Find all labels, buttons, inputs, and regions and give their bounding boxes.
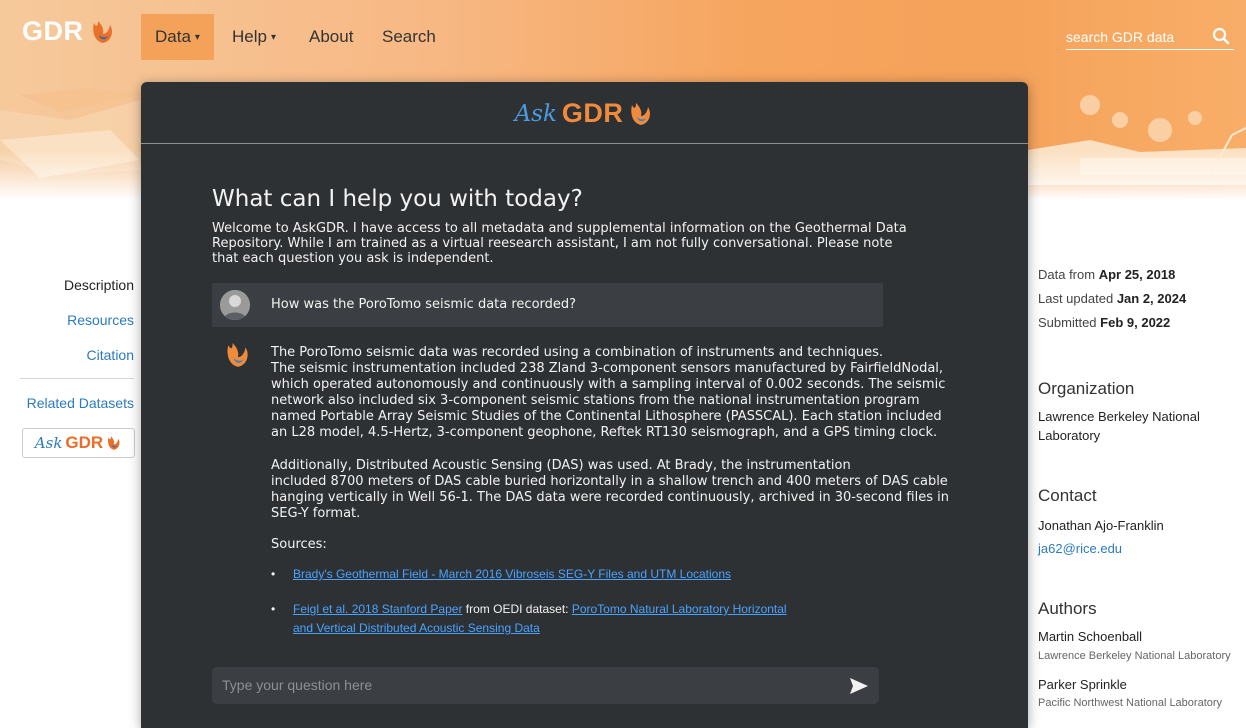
bullet: •	[271, 602, 276, 616]
welcome-line: Repository. While I am trained as a virt…	[212, 236, 893, 251]
answer-line: hanging vertically in Well 56-1. The DAS…	[271, 490, 949, 505]
source-link[interactable]: PoroTomo Natural Laboratory Horizontal	[572, 602, 787, 616]
flame-icon	[108, 436, 120, 450]
nav-about-label: About	[309, 27, 354, 46]
sources-label: Sources:	[271, 537, 327, 552]
assistant-flame-icon	[227, 343, 248, 367]
contact-name: Jonathan Ajo-Franklin	[1038, 518, 1164, 533]
leftnav-citation[interactable]: Citation	[87, 347, 134, 363]
search-input[interactable]	[1066, 26, 1196, 48]
welcome-line: that each question you ask is independen…	[212, 251, 494, 266]
search-icon[interactable]	[1212, 27, 1230, 45]
source-link[interactable]: and Vertical Distributed Acoustic Sensin…	[293, 621, 540, 635]
date-label: Last updated	[1038, 291, 1114, 306]
nav-help-menu[interactable]: Help ▾	[218, 14, 290, 60]
contact-email-link[interactable]: ja62@rice.edu	[1038, 541, 1122, 556]
question-composer	[212, 667, 879, 704]
logo-gdr-text: GDR	[561, 98, 624, 128]
askgdr-chat-dialog: Ask GDR What can I help you with today? …	[141, 82, 1028, 728]
author-affiliation: Pacific Northwest National Laboratory	[1038, 697, 1223, 709]
top-navbar: GDR Data ▾ Help ▾ About Search	[0, 0, 1246, 62]
header-search	[1066, 26, 1234, 50]
date-label: Submitted	[1038, 315, 1097, 330]
answer-line: SEG-Y format.	[271, 506, 361, 521]
flame-icon	[631, 102, 651, 125]
assistant-answer: The PoroTomo seismic data was recorded u…	[271, 345, 991, 539]
bullet: •	[271, 567, 276, 581]
nav-data-menu[interactable]: Data ▾	[141, 14, 214, 60]
organization-line-2: Laboratory	[1038, 428, 1101, 443]
leftnav-resources[interactable]: Resources	[67, 312, 134, 328]
welcome-message: Welcome to AskGDR. I have access to all …	[212, 221, 972, 266]
badge-gdr-text: GDR	[65, 433, 104, 452]
flame-icon	[92, 20, 112, 43]
author-affiliation: Lawrence Berkeley National Laboratory	[1038, 650, 1231, 662]
answer-line: an L28 model, 4.5-Hertz, 3-component geo…	[271, 425, 938, 440]
organization-line-1: Lawrence Berkeley National	[1038, 409, 1200, 424]
answer-line: network also included six 3-component se…	[271, 393, 920, 408]
leftnav-description[interactable]: Description	[64, 277, 134, 293]
date-value: Apr 25, 2018	[1098, 267, 1176, 282]
question-input[interactable]	[222, 675, 822, 695]
nav-help-label: Help	[232, 27, 267, 46]
author-name: Martin Schoenball	[1038, 629, 1143, 644]
answer-line: The seismic instrumentation included 238…	[271, 361, 944, 376]
user-message: How was the PoroTomo seismic data record…	[212, 283, 883, 327]
askgdr-button[interactable]: Ask GDR	[22, 428, 135, 458]
leftnav-related-datasets[interactable]: Related Datasets	[27, 395, 134, 411]
author-name: Parker Sprinkle	[1038, 677, 1127, 692]
date-value: Jan 2, 2024	[1116, 291, 1187, 306]
contact-heading: Contact	[1038, 486, 1097, 505]
nav-about-link[interactable]: About	[295, 14, 367, 60]
logo-text: GDR	[22, 16, 84, 46]
nav-data-label: Data	[155, 27, 191, 46]
answer-line: named Portable Array Seismic Studies of …	[271, 409, 942, 424]
chevron-down-icon: ▾	[194, 32, 200, 43]
answer-line: included 8700 meters of DAS cable buried…	[271, 474, 948, 489]
answer-line: which operated autonomously and continuo…	[271, 377, 946, 392]
source-link[interactable]: Brady's Geothermal Field - March 2016 Vi…	[293, 567, 731, 581]
organization-heading: Organization	[1038, 379, 1135, 398]
badge-ask-text: Ask	[34, 434, 63, 452]
leftnav-divider	[20, 378, 134, 379]
chat-headline: What can I help you with today?	[212, 186, 583, 212]
source-link[interactable]: Feigl et al. 2018 Stanford Paper	[293, 602, 462, 616]
answer-paragraph: Additionally, Distributed Acoustic Sensi…	[271, 458, 991, 522]
answer-paragraph: The PoroTomo seismic data was recorded u…	[271, 345, 991, 441]
welcome-line: Welcome to AskGDR. I have access to all …	[212, 221, 907, 236]
logo-ask-text: Ask	[514, 100, 557, 127]
data-from-date: Data from Apr 25, 2018	[1038, 267, 1175, 282]
askgdr-logo: Ask GDR	[141, 98, 1028, 129]
date-value: Feb 9, 2022	[1100, 315, 1171, 330]
chat-header: Ask GDR	[141, 82, 1028, 144]
answer-line: The PoroTomo seismic data was recorded u…	[271, 345, 884, 360]
send-icon[interactable]	[848, 675, 870, 697]
nav-search-label: Search	[382, 27, 436, 46]
user-question: How was the PoroTomo seismic data record…	[271, 297, 577, 312]
last-updated-date: Last updated Jan 2, 2024	[1038, 291, 1186, 306]
chevron-down-icon: ▾	[270, 32, 276, 43]
gdr-logo[interactable]: GDR	[22, 16, 116, 47]
nav-search-link[interactable]: Search	[368, 14, 450, 60]
authors-heading: Authors	[1038, 599, 1097, 618]
organization-name: Lawrence Berkeley National Laboratory	[1038, 407, 1200, 445]
user-avatar	[220, 290, 250, 320]
submitted-date: Submitted Feb 9, 2022	[1038, 315, 1170, 330]
date-label: Data from	[1038, 267, 1096, 282]
source-text: from OEDI dataset:	[462, 602, 572, 616]
answer-line: Additionally, Distributed Acoustic Sensi…	[271, 458, 851, 473]
